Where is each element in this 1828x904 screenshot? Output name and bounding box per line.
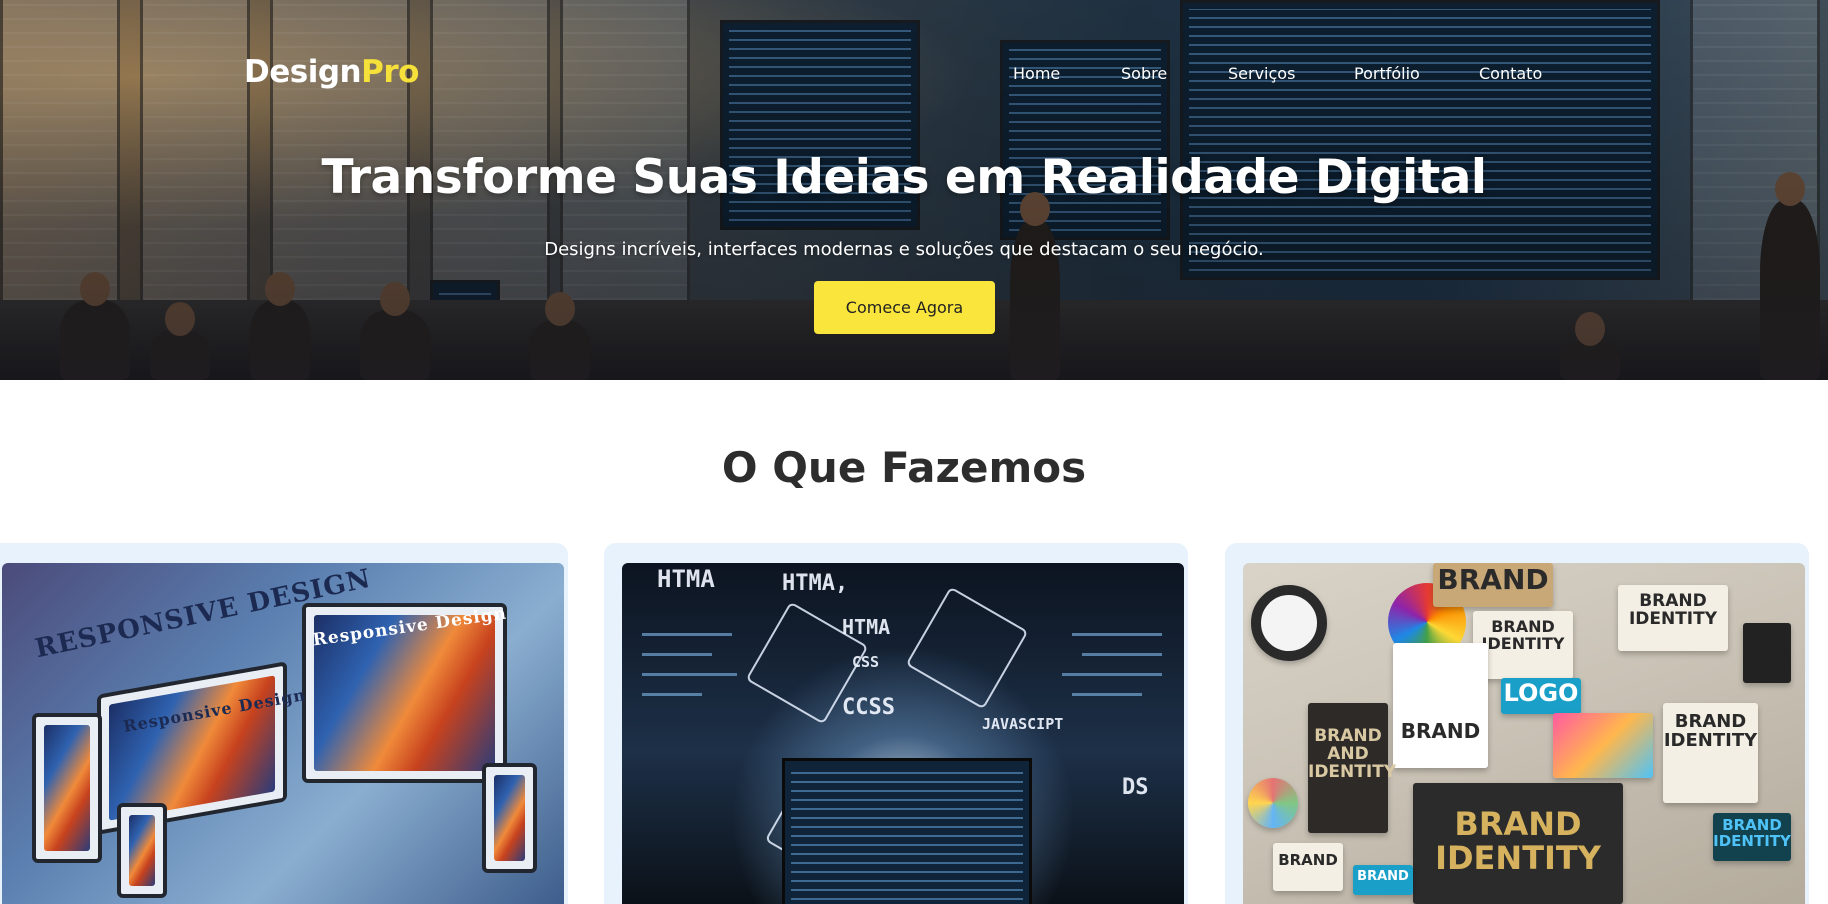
image-text: BRAND	[1400, 719, 1481, 743]
image-text: CCSS	[842, 695, 895, 720]
image-text: CSS	[852, 653, 880, 671]
nav-servicos-link[interactable]: Serviços	[1228, 64, 1295, 83]
services-title: O Que Fazemos	[721, 443, 1087, 492]
hexagon-shape	[905, 586, 1029, 710]
computer-screen	[782, 758, 1032, 904]
image-text: BRAND IDENTITY	[1481, 617, 1565, 653]
pen-holder	[1743, 623, 1791, 683]
image-text: HTMA,	[782, 571, 849, 596]
image-text: LOGO	[1503, 679, 1579, 707]
image-text: HTMA	[657, 565, 715, 593]
image-text: BRAND IDENTITY	[1663, 711, 1758, 751]
hero-banner: DesignPro Home Sobre Serviços Portfólio …	[0, 0, 1828, 380]
get-started-button[interactable]: Comece Agora	[814, 281, 995, 334]
service-card-web-development[interactable]: HTMA HTMA, HTMA CSS CCSS JAVASCIPT DS	[604, 543, 1188, 904]
image-text: JAVASCIPT	[982, 715, 1064, 733]
nav-sobre-link[interactable]: Sobre	[1121, 64, 1167, 83]
service-card-responsive[interactable]: RESPONSIVE DESIGN Responsive Design Resp…	[0, 543, 568, 904]
phone-illustration	[117, 803, 167, 898]
image-text: BRAND	[1278, 851, 1338, 869]
image-text: BRAND	[1357, 869, 1409, 884]
image-text: BRAND IDENTITY	[1435, 805, 1601, 877]
gradient-card	[1553, 713, 1653, 778]
hero-subtitle: Designs incríveis, interfaces modernas e…	[544, 239, 1264, 260]
brand-identity-image: BRAND BRAND IDENTITY BRAND IDENTITY LOGO…	[1243, 563, 1805, 904]
image-text: BRAND IDENTITY	[1628, 591, 1718, 629]
nav-home-link[interactable]: Home	[1013, 64, 1060, 83]
image-text: DS	[1122, 775, 1149, 800]
nav-portfolio-link[interactable]: Portfólio	[1354, 64, 1420, 83]
logo-accent-text: Pro	[361, 54, 419, 90]
logo-main-text: Design	[244, 54, 362, 90]
image-text: BRAND IDENTITY	[1713, 816, 1791, 850]
phone-illustration	[482, 763, 537, 873]
hero-title: Transforme Suas Ideias em Realidade Digi…	[321, 150, 1487, 205]
web-technologies-image: HTMA HTMA, HTMA CSS CCSS JAVASCIPT DS	[622, 563, 1184, 904]
tablet-illustration	[32, 713, 102, 863]
brand-card	[1393, 643, 1488, 768]
image-text: BRAND	[1437, 563, 1549, 596]
image-text: HTMA	[842, 615, 891, 639]
responsive-design-image: RESPONSIVE DESIGN Responsive Design Resp…	[2, 563, 564, 904]
color-swatch-wheel	[1248, 778, 1298, 828]
image-text: BRAND AND IDENTITY	[1308, 726, 1397, 782]
service-card-branding[interactable]: BRAND BRAND IDENTITY BRAND IDENTITY LOGO…	[1225, 543, 1809, 904]
nav-contato-link[interactable]: Contato	[1479, 64, 1542, 83]
site-logo[interactable]: DesignPro	[244, 54, 419, 90]
coffee-cup	[1251, 585, 1327, 661]
